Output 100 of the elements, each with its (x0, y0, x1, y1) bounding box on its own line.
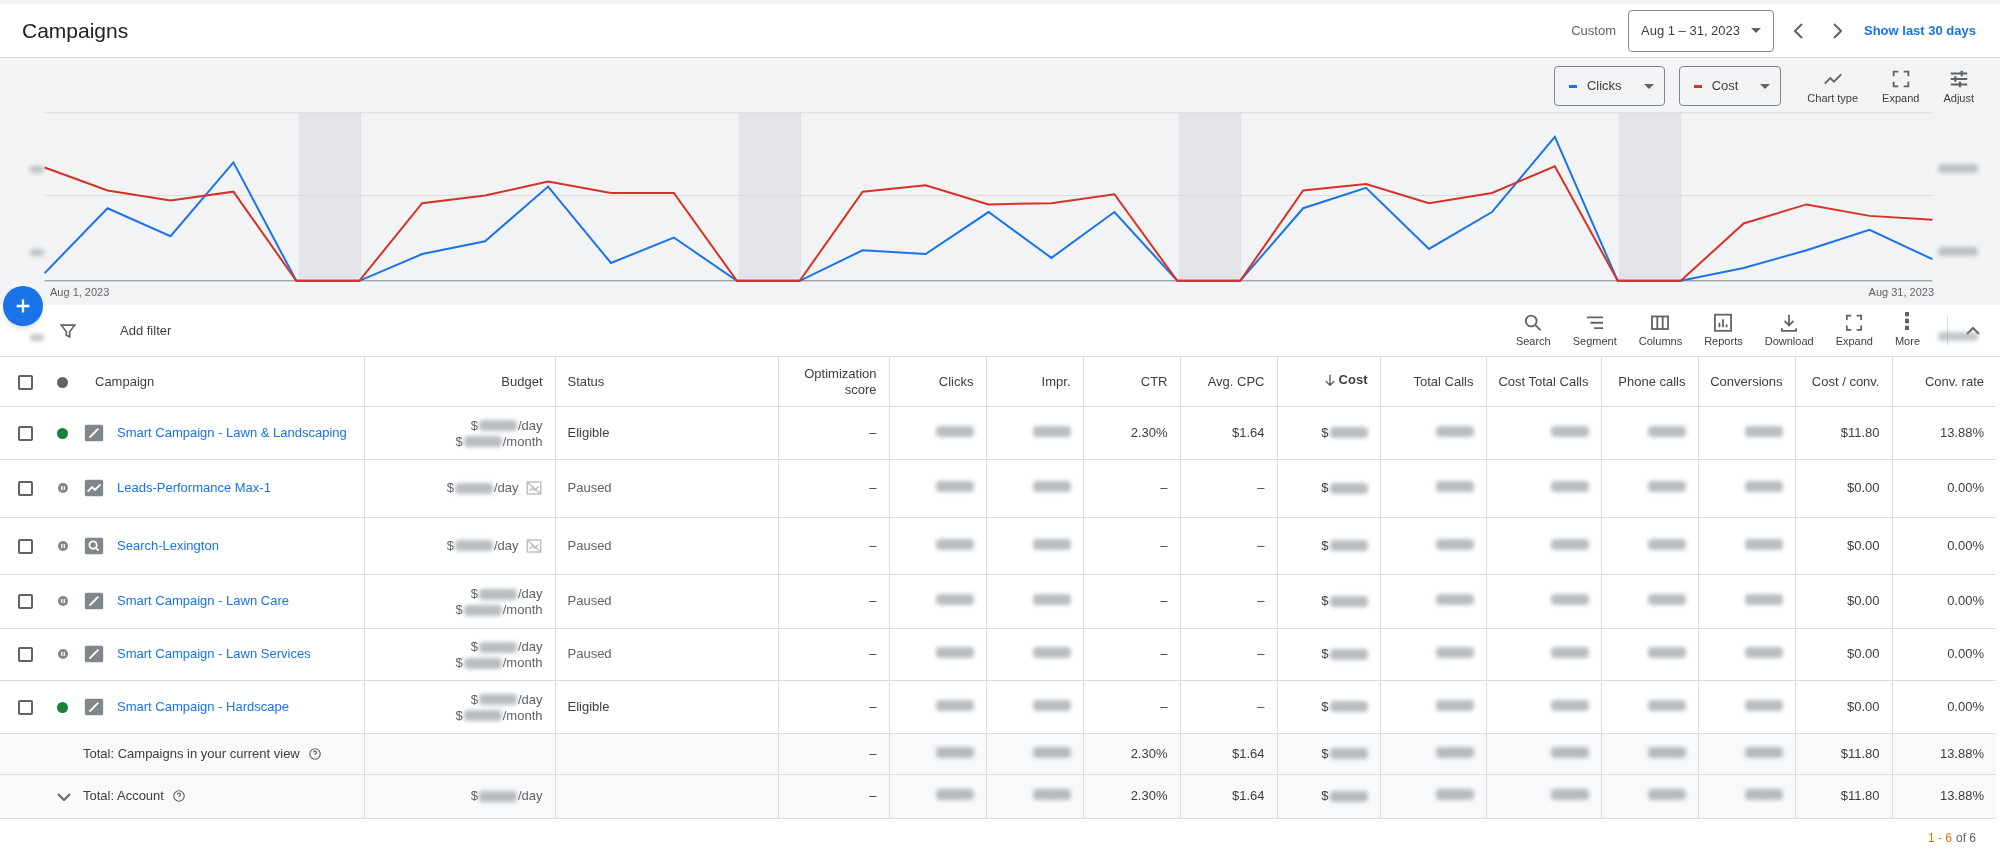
checkbox[interactable] (18, 647, 33, 663)
show-last-link[interactable]: Show last 30 days (1864, 20, 1976, 41)
blurred-value (1938, 247, 1978, 256)
column-header[interactable]: Cost / conv. (1811, 373, 1880, 390)
add-button[interactable] (3, 286, 43, 326)
toolbar-button[interactable]: Search (1507, 311, 1559, 350)
cell-text: $ (470, 691, 478, 708)
toolbar-button[interactable]: Columns (1630, 311, 1691, 350)
toolbar-button[interactable]: Download (1756, 311, 1822, 350)
axis-label: Aug 1, 2023 (50, 285, 110, 300)
total-label: Total: Campaigns in your current view (83, 744, 300, 763)
cell-text: $11.80 (1840, 424, 1880, 440)
cell-text: /day (517, 417, 543, 434)
cell-text: $ (1321, 787, 1329, 806)
cell-text: 13.88% (1939, 788, 1984, 804)
expand-button[interactable] (57, 792, 71, 801)
cell-text: – (1257, 593, 1265, 609)
add-filter-button[interactable]: Add filter (120, 320, 172, 341)
toolbar-button[interactable]: More (1886, 311, 1928, 350)
column-header[interactable]: Status (567, 373, 605, 390)
checkbox[interactable] (18, 538, 33, 554)
cell-text: $ (1321, 479, 1329, 498)
metric-dropdown[interactable]: Clicks (1553, 66, 1665, 106)
cell-text: /day (493, 480, 519, 497)
column-header[interactable]: CTR (1140, 373, 1168, 390)
cell-text: 13.88% (1939, 745, 1984, 761)
cell-text: $ (1321, 744, 1329, 763)
cell-text: $0.00 (1846, 698, 1880, 714)
table-cell: Eligible (555, 406, 778, 459)
campaign-link[interactable]: Search-Lexington (117, 536, 219, 555)
cell-text: – (869, 593, 877, 609)
checkbox[interactable] (18, 594, 33, 610)
collapse-button[interactable] (1964, 324, 1982, 337)
page-total: of 6 (1956, 829, 1976, 847)
blurred-value (1938, 332, 1978, 341)
cell-text: – (869, 745, 877, 761)
cell-text: /day (493, 537, 519, 554)
column-header[interactable]: Avg. CPC (1207, 373, 1265, 390)
column-header[interactable]: Phone calls (1618, 373, 1686, 390)
column-header[interactable]: Cost Total Calls (1498, 373, 1589, 390)
column-header[interactable]: Optimization score (796, 366, 877, 399)
cell-text: $11.80 (1840, 788, 1880, 804)
cell-text: /day (517, 691, 543, 708)
column-header[interactable]: Cost (1324, 371, 1368, 388)
cell-text: 0.00% (1947, 646, 1984, 662)
caret-icon (1751, 28, 1761, 33)
column-header[interactable]: Clicks (938, 373, 974, 390)
column-header[interactable]: Impr. (1041, 373, 1071, 390)
campaign-link[interactable]: Smart Campaign - Lawn & Landscaping (117, 423, 347, 442)
cell-text: $ (1321, 423, 1329, 442)
cell-text: /day (517, 788, 543, 805)
checkbox[interactable] (18, 699, 33, 715)
cell-text: $ (455, 655, 463, 671)
campaign-link[interactable]: Smart Campaign - Lawn Services (117, 645, 311, 663)
cell-text: – (1160, 480, 1168, 496)
chart-tool-button[interactable]: Chart type (1801, 66, 1865, 107)
cell-text: $ (446, 480, 454, 497)
column-header[interactable]: Budget (501, 373, 543, 390)
page-range: 1 - 6 (1927, 829, 1952, 847)
cell-text: /month (502, 433, 543, 450)
range-label: Custom (1571, 21, 1616, 40)
cell-text: $ (455, 602, 463, 618)
toolbar-button[interactable]: Reports (1696, 311, 1751, 350)
campaign-link[interactable]: Smart Campaign - Hardscape (117, 697, 289, 716)
cell-text: /month (502, 707, 543, 724)
checkbox[interactable] (18, 481, 33, 497)
chevron-right-icon (1833, 22, 1842, 39)
cell-text: $ (1321, 645, 1329, 664)
blurred-value (1938, 164, 1978, 173)
chart-tool-button[interactable]: Expand (1876, 66, 1926, 107)
cell-text: 0.00% (1947, 480, 1984, 496)
column-header[interactable]: Conv. rate (1925, 373, 1984, 390)
column-header[interactable]: Conversions (1710, 373, 1783, 390)
cell-text: /day (517, 639, 543, 655)
cell-text: $1.64 (1231, 745, 1265, 761)
blurred-value (30, 249, 44, 256)
cell-text: – (1257, 537, 1265, 553)
checkbox[interactable] (18, 374, 33, 390)
cell-text: – (869, 788, 877, 804)
date-range-dropdown[interactable]: Aug 1 – 31, 2023 (1628, 9, 1774, 52)
checkbox[interactable] (18, 425, 33, 441)
caret-icon (1760, 83, 1771, 89)
toolbar-button[interactable]: Expand (1827, 311, 1881, 350)
cell-text: 0.00% (1947, 698, 1984, 714)
campaign-link[interactable]: Smart Campaign - Lawn Care (117, 592, 289, 610)
cell-text: – (1257, 646, 1265, 662)
chart-tool-button[interactable]: Adjust (1937, 66, 1980, 107)
cell-text: – (869, 646, 877, 662)
help-icon (307, 746, 322, 761)
chevron-down-icon (57, 792, 71, 801)
cell-text: $ (470, 417, 478, 434)
column-header[interactable]: Campaign (95, 373, 155, 390)
table-cell: Paused (555, 628, 778, 680)
cell-text: $ (470, 788, 478, 805)
campaign-link[interactable]: Leads-Performance Max-1 (117, 479, 271, 497)
column-header[interactable]: Total Calls (1413, 373, 1474, 390)
toolbar-button[interactable]: Segment (1564, 311, 1625, 350)
metric-dropdown[interactable]: Cost (1678, 66, 1782, 106)
table-cell: Paused (555, 459, 778, 517)
cell-text: – (1160, 646, 1168, 662)
